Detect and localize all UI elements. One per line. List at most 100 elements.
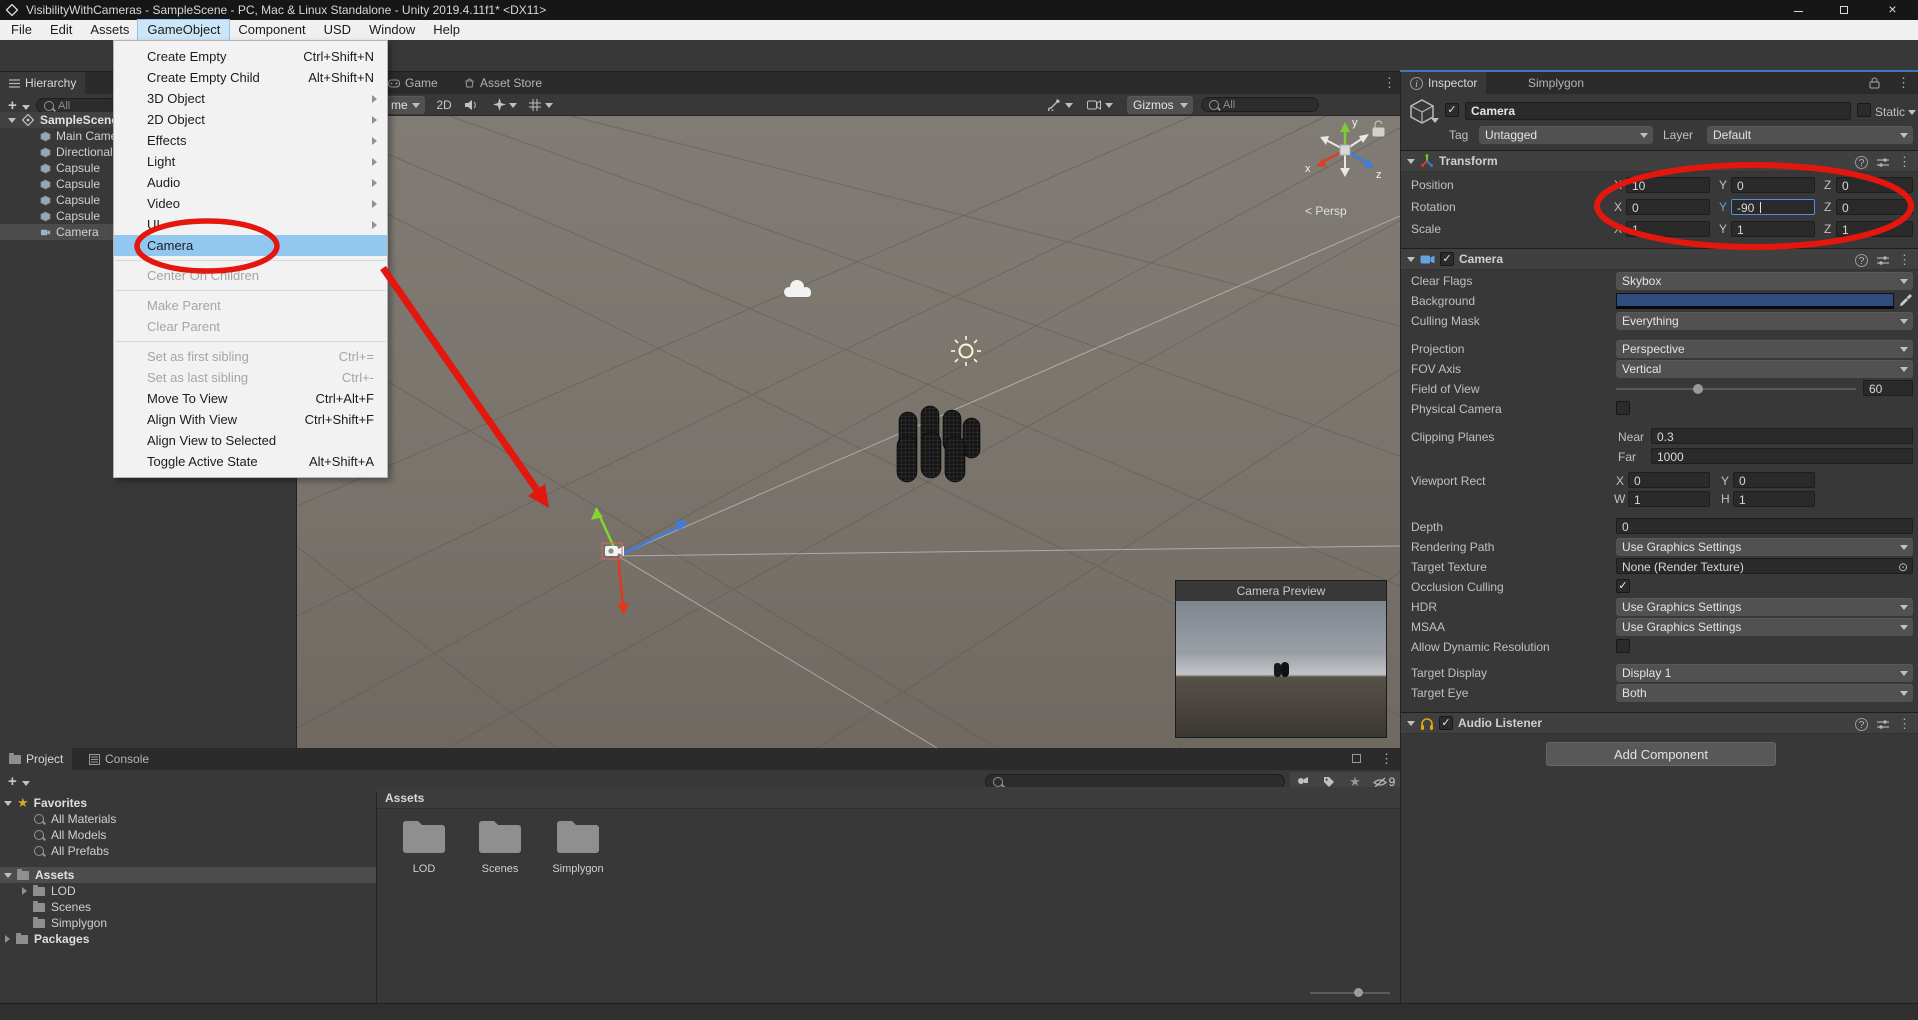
presets-icon[interactable] [1877,255,1889,266]
menu-item-make-parent[interactable]: Make Parent [114,295,387,316]
target-eye-dropdown[interactable]: Both [1616,684,1913,702]
tree-folder-row[interactable]: Simplygon [0,915,376,931]
lock-icon[interactable] [1869,77,1880,89]
grid-toggle-icon[interactable] [529,99,541,111]
fov-value-input[interactable]: 60 [1863,380,1913,396]
grid-dropdown-icon[interactable] [545,103,553,108]
viewport-x-input[interactable]: 0 [1628,472,1710,488]
tab-hierarchy[interactable]: Hierarchy [0,72,85,94]
tree-folder-row[interactable]: Scenes [0,899,376,915]
viewport-h-input[interactable]: 1 [1733,491,1815,507]
menu-item-video[interactable]: Video [114,193,387,214]
scale-z-input[interactable]: 1 [1836,221,1913,237]
target-texture-field[interactable]: None (Render Texture)⊙ [1616,558,1913,574]
help-icon[interactable]: ? [1855,718,1868,731]
msaa-dropdown[interactable]: Use Graphics Settings [1616,618,1913,636]
toggle-2d-button[interactable]: 2D [431,96,457,114]
menu-item-ui[interactable]: UI [114,214,387,235]
camera-component-header[interactable]: ✓ Camera ?⋮ [1401,248,1918,270]
rotation-z-input[interactable]: 0 [1836,199,1913,215]
add-component-button[interactable]: Add Component [1546,742,1776,766]
occlusion-culling-checkbox[interactable]: ✓ [1616,579,1630,593]
menu-item-set-last-sibling[interactable]: Set as last siblingCtrl+- [114,367,387,388]
expander-icon[interactable] [8,118,16,123]
menu-item-audio[interactable]: Audio [114,172,387,193]
perspective-label[interactable]: < Persp [1305,204,1347,218]
static-dropdown-icon[interactable] [1908,110,1916,115]
project-create-dropdown-icon[interactable] [22,781,30,786]
camera-enabled-checkbox[interactable]: ✓ [1440,252,1454,266]
tab-console[interactable]: Console [80,748,158,770]
tool-settings-icon[interactable] [1048,98,1061,111]
kebab-icon[interactable]: ⋮ [1898,154,1911,170]
culling-mask-dropdown[interactable]: Everything [1616,312,1913,330]
tag-dropdown[interactable]: Untagged [1479,126,1653,144]
projection-dropdown[interactable]: Perspective [1616,340,1913,358]
menu-item-effects[interactable]: Effects [114,130,387,151]
favorites-item[interactable]: All Prefabs [0,843,376,859]
create-dropdown-icon[interactable] [22,105,30,110]
viewport-y-input[interactable]: 0 [1733,472,1815,488]
expander-icon[interactable] [22,887,27,895]
scene-viewport[interactable]: y x z < Persp Camera Preview [297,116,1400,748]
fov-slider-track[interactable] [1616,388,1856,390]
tree-folder-row[interactable]: LOD [0,883,376,899]
static-checkbox[interactable] [1857,103,1871,117]
maximize-button[interactable] [1821,0,1867,20]
menu-item-align-view-to-selected[interactable]: Align View to Selected [114,430,387,451]
close-button[interactable]: × [1867,0,1918,20]
gizmos-dropdown[interactable]: Gizmos [1127,96,1193,114]
kebab-icon[interactable]: ⋮ [1898,716,1911,732]
asset-folder-tile[interactable]: Scenes [472,818,528,898]
effects-toggle-icon[interactable] [493,98,506,111]
gameobject-name-input[interactable]: Camera [1465,102,1851,120]
scale-x-input[interactable]: 1 [1626,221,1710,237]
fov-slider-knob[interactable] [1693,384,1703,394]
eyedropper-icon[interactable] [1899,293,1913,308]
favorites-item[interactable]: All Models [0,827,376,843]
presets-icon[interactable] [1877,157,1889,168]
position-z-input[interactable]: 0 [1836,177,1913,193]
scale-y-input[interactable]: 1 [1731,221,1815,237]
tab-asset-store[interactable]: Asset Store [455,72,551,94]
scene-kebab-icon[interactable]: ⋮ [1383,75,1396,91]
fov-axis-dropdown[interactable]: Vertical [1616,360,1913,378]
physical-camera-checkbox[interactable] [1616,401,1630,415]
menu-usd[interactable]: USD [315,20,360,40]
thumbnail-zoom-slider[interactable] [1310,992,1390,994]
menu-edit[interactable]: Edit [41,20,81,40]
transform-header[interactable]: Transform ?⋮ [1401,150,1918,172]
inspector-kebab-icon[interactable]: ⋮ [1897,75,1910,91]
expander-icon[interactable] [4,873,12,878]
audio-listener-checkbox[interactable]: ✓ [1439,716,1453,730]
position-y-input[interactable]: 0 [1731,177,1815,193]
menu-item-3d-object[interactable]: 3D Object [114,88,387,109]
menu-item-align-with-view[interactable]: Align With ViewCtrl+Shift+F [114,409,387,430]
scene-search-input[interactable]: All [1201,97,1319,112]
menu-assets[interactable]: Assets [81,20,138,40]
shading-mode-dropdown[interactable]: me [385,96,425,114]
active-checkbox[interactable]: ✓ [1445,103,1459,117]
target-display-dropdown[interactable]: Display 1 [1616,664,1913,682]
menu-gameobject[interactable]: GameObject [138,20,229,40]
kebab-icon[interactable]: ⋮ [1898,252,1911,268]
menu-item-move-to-view[interactable]: Move To ViewCtrl+Alt+F [114,388,387,409]
tab-simplygon[interactable]: Simplygon [1519,72,1593,94]
clear-flags-dropdown[interactable]: Skybox [1616,272,1913,290]
depth-input[interactable]: 0 [1616,518,1913,534]
favorites-row[interactable]: ★Favorites [0,795,376,811]
viewport-w-input[interactable]: 1 [1628,491,1710,507]
menu-item-toggle-active-state[interactable]: Toggle Active StateAlt+Shift+A [114,451,387,472]
menu-item-light[interactable]: Light [114,151,387,172]
favorites-item[interactable]: All Materials [0,811,376,827]
menu-help[interactable]: Help [424,20,469,40]
help-icon[interactable]: ? [1855,156,1868,169]
menu-item-create-empty-child[interactable]: Create Empty ChildAlt+Shift+N [114,67,387,88]
menu-item-2d-object[interactable]: 2D Object [114,109,387,130]
background-color-swatch[interactable] [1616,293,1894,309]
prefab-dropdown-icon[interactable] [1431,118,1439,123]
audio-listener-header[interactable]: ✓ Audio Listener ?⋮ [1401,712,1918,734]
menu-file[interactable]: File [2,20,41,40]
hdr-dropdown[interactable]: Use Graphics Settings [1616,598,1913,616]
asset-folder-tile[interactable]: LOD [396,818,452,898]
